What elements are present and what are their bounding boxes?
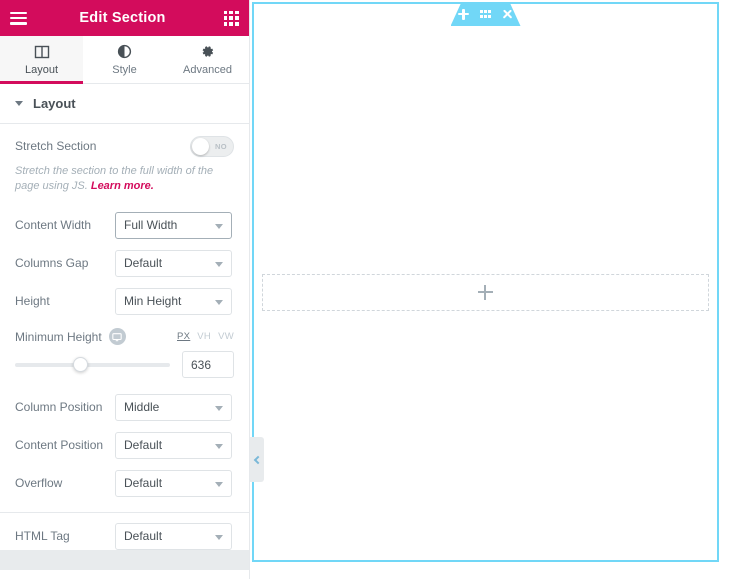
unit-px[interactable]: PX [177, 331, 190, 342]
height-row: Height Min Height [0, 282, 249, 320]
columns-gap-select[interactable]: Default [115, 249, 232, 277]
plus-icon [458, 9, 469, 20]
minimum-height-input[interactable]: 636 [182, 351, 234, 378]
layout-section-title: Layout [33, 96, 76, 111]
toggle-value: NO [214, 141, 227, 151]
close-icon [502, 9, 513, 20]
columns-gap-row: Columns Gap Default [0, 244, 249, 282]
overflow-value: Default [124, 476, 163, 490]
unit-vw[interactable]: VW [218, 331, 234, 342]
overflow-select[interactable]: Default [115, 469, 232, 497]
unit-vh[interactable]: VH [197, 331, 211, 342]
tab-layout[interactable]: Layout [0, 36, 83, 84]
dots-grid-icon [480, 10, 491, 18]
chevron-left-icon [253, 455, 262, 464]
contrast-circle-icon [117, 44, 132, 60]
stretch-section-label: Stretch Section [15, 139, 97, 153]
column-dropzone[interactable] [262, 274, 709, 311]
drag-section-handle[interactable] [475, 2, 497, 26]
editor-canvas [250, 0, 734, 579]
tab-advanced-label: Advanced [183, 63, 232, 76]
grid-icon [223, 10, 239, 26]
plus-icon [478, 285, 493, 300]
section-toolbar [451, 2, 521, 26]
column-position-select[interactable]: Middle [115, 393, 232, 421]
minimum-height-header: Minimum Height PX VH VW [0, 320, 249, 347]
columns-gap-label: Columns Gap [15, 256, 89, 270]
menu-button[interactable] [0, 0, 36, 36]
html-tag-label: HTML Tag [15, 529, 70, 543]
overflow-label: Overflow [15, 476, 63, 490]
content-width-value: Full Width [124, 218, 178, 232]
slider-track [15, 362, 170, 367]
content-width-row: Content Width Full Width [0, 206, 249, 244]
content-position-select[interactable]: Default [115, 431, 232, 459]
layout-section-header[interactable]: Layout [0, 84, 249, 124]
columns-icon [34, 44, 50, 60]
page-title: Edit Section [79, 10, 166, 26]
unit-switcher: PX VH VW [177, 331, 234, 342]
panel-header: Edit Section [0, 0, 249, 36]
layout-controls: Stretch Section NO Stretch the section t… [0, 124, 249, 550]
panel-footer-bar [0, 550, 249, 570]
tab-style[interactable]: Style [83, 36, 166, 83]
html-tag-value: Default [124, 529, 163, 543]
caret-down-icon [15, 101, 23, 106]
widgets-panel-button[interactable] [213, 0, 249, 36]
column-position-value: Middle [124, 400, 160, 414]
tab-advanced[interactable]: Advanced [166, 36, 249, 83]
panel-collapse-handle[interactable] [250, 437, 264, 482]
panel-bottom-spacer [0, 570, 249, 579]
content-position-row: Content Position Default [0, 426, 249, 464]
toggle-knob [192, 137, 209, 155]
column-position-label: Column Position [15, 400, 103, 414]
delete-section-button[interactable] [497, 2, 519, 26]
stretch-section-toggle[interactable]: NO [190, 135, 234, 157]
canvas-section[interactable] [252, 2, 719, 562]
minimum-height-value: 636 [191, 357, 212, 372]
html-tag-row: HTML Tag Default [0, 513, 249, 550]
add-section-button[interactable] [453, 2, 475, 26]
column-position-row: Column Position Middle [0, 388, 249, 426]
tab-layout-label: Layout [24, 63, 59, 76]
overflow-row: Overflow Default [0, 464, 249, 502]
height-value: Min Height [124, 294, 182, 308]
height-label: Height [15, 294, 50, 308]
stretch-section-description: Stretch the section to the full width of… [0, 162, 249, 206]
minimum-height-label: Minimum Height [15, 329, 102, 344]
gear-icon [200, 44, 215, 60]
content-width-select[interactable]: Full Width [115, 211, 232, 239]
desktop-icon[interactable] [108, 328, 126, 345]
panel-tabs: Layout Style Advanced [0, 36, 249, 84]
elementor-editor: Edit Section Layout Style Advanced Layou… [0, 0, 734, 579]
height-select[interactable]: Min Height [115, 287, 232, 315]
editor-panel: Edit Section Layout Style Advanced Layou… [0, 0, 250, 579]
minimum-height-slider[interactable] [15, 357, 170, 373]
stretch-section-row: Stretch Section NO [0, 124, 249, 162]
learn-more-link[interactable]: Learn more. [91, 180, 154, 192]
content-width-label: Content Width [15, 218, 92, 232]
slider-handle[interactable] [72, 357, 88, 372]
content-position-value: Default [124, 438, 163, 452]
columns-gap-value: Default [124, 256, 163, 270]
html-tag-select[interactable]: Default [115, 522, 232, 550]
tab-style-label: Style [112, 63, 137, 76]
content-position-label: Content Position [15, 438, 104, 452]
hamburger-icon [9, 11, 27, 25]
minimum-height-body: 636 [0, 347, 249, 388]
